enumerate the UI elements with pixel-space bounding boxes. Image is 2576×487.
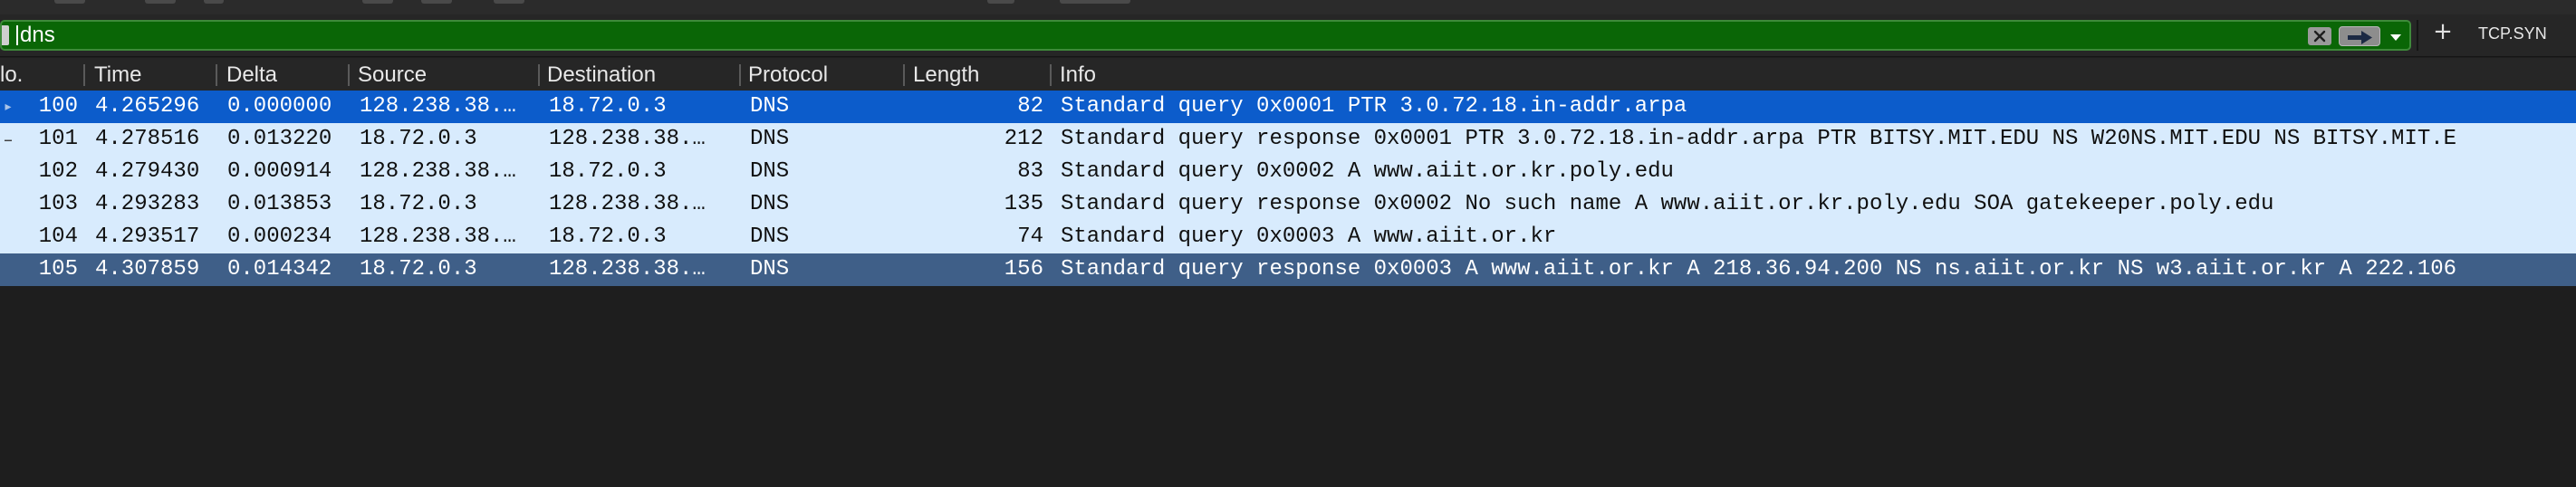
display-filter-field[interactable] [0,20,2411,51]
cell-delta: 0.013220 [227,127,332,151]
cell-length: 212 [1004,127,1043,151]
cell-destination: 128.238.38.… [549,127,706,151]
table-row[interactable]: 104 4.293517 0.000234 128.238.38.… 18.72… [0,221,2576,253]
cell-destination: 18.72.0.3 [549,94,667,119]
cell-info: Standard query response 0x0003 A www.aii… [1061,257,2457,282]
cell-time: 4.278516 [95,127,200,151]
cell-info: Standard query 0x0002 A www.aiit.or.kr.p… [1061,159,1674,184]
cell-protocol: DNS [750,192,790,216]
column-header-no[interactable]: lo. [0,58,23,91]
cell-delta: 0.014342 [227,257,332,282]
packet-list-empty-area[interactable] [0,286,2576,487]
related-packet-marker: – [4,129,13,150]
cell-protocol: DNS [750,159,790,184]
cell-length: 135 [1004,192,1043,216]
cell-length: 82 [1017,94,1043,119]
toolbar-button[interactable] [421,0,452,4]
cell-no: 101 [38,127,78,151]
cell-time: 4.307859 [95,257,200,282]
related-packet-marker: ▸ [5,100,12,114]
column-divider[interactable] [1050,64,1052,86]
toolbar-button[interactable] [1060,0,1130,4]
cell-delta: 0.013853 [227,192,332,216]
filter-bookmark-icon[interactable] [2,25,9,45]
clear-filter-button[interactable] [2308,27,2331,45]
column-header-source[interactable]: Source [358,58,427,91]
cell-protocol: DNS [750,224,790,249]
cell-delta: 0.000000 [227,94,332,119]
cell-no: 100 [38,94,78,119]
cell-source: 18.72.0.3 [360,192,477,216]
cell-source: 128.238.38.… [360,159,516,184]
cell-no: 103 [38,192,78,216]
column-header-length[interactable]: Length [913,58,979,91]
toolbar-button[interactable] [204,0,224,4]
arrow-right-icon [2348,31,2372,44]
cell-source: 18.72.0.3 [360,257,477,282]
column-divider[interactable] [538,64,540,86]
filter-button-tcp-syn[interactable]: TCP.SYN [2478,22,2547,45]
add-filter-button[interactable]: + [2433,18,2453,45]
filter-history-dropdown[interactable] [2386,29,2406,45]
cell-length: 83 [1017,159,1043,184]
cell-destination: 128.238.38.… [549,192,706,216]
column-header-info[interactable]: Info [1060,58,1096,91]
cell-length: 156 [1004,257,1043,282]
cell-protocol: DNS [750,257,790,282]
cell-info: Standard query 0x0003 A www.aiit.or.kr [1061,224,1557,249]
apply-filter-button[interactable] [2339,26,2380,46]
column-header-protocol[interactable]: Protocol [748,58,828,91]
cell-time: 4.293283 [95,192,200,216]
table-row[interactable]: – 101 4.278516 0.013220 18.72.0.3 128.23… [0,123,2576,156]
cell-delta: 0.000914 [227,159,332,184]
table-row[interactable]: ▸ 100 4.265296 0.000000 128.238.38.… 18.… [0,91,2576,123]
cell-time: 4.279430 [95,159,200,184]
column-divider[interactable] [216,64,217,86]
text-cursor [16,25,18,45]
cell-info: Standard query response 0x0002 No such n… [1061,192,2274,216]
toolbar-button[interactable] [362,0,393,4]
cell-no: 104 [38,224,78,249]
main-toolbar [0,0,2576,15]
table-row[interactable]: 105 4.307859 0.014342 18.72.0.3 128.238.… [0,253,2576,286]
cell-delta: 0.000234 [227,224,332,249]
table-row[interactable]: 102 4.279430 0.000914 128.238.38.… 18.72… [0,156,2576,188]
toolbar-button[interactable] [54,0,85,4]
cell-time: 4.293517 [95,224,200,249]
column-header-destination[interactable]: Destination [547,58,656,91]
close-icon [2313,30,2326,43]
chevron-down-icon [2390,34,2401,41]
cell-destination: 18.72.0.3 [549,159,667,184]
cell-source: 128.238.38.… [360,224,516,249]
plus-icon: + [2433,18,2453,45]
cell-time: 4.265296 [95,94,200,119]
column-header-delta[interactable]: Delta [226,58,277,91]
cell-info: Standard query 0x0001 PTR 3.0.72.18.in-a… [1061,94,1687,119]
cell-source: 128.238.38.… [360,94,516,119]
column-divider[interactable] [903,64,905,86]
toolbar-button[interactable] [145,0,176,4]
cell-protocol: DNS [750,94,790,119]
cell-protocol: DNS [750,127,790,151]
cell-length: 74 [1017,224,1043,249]
cell-info: Standard query response 0x0001 PTR 3.0.7… [1061,127,2457,151]
table-row[interactable]: 103 4.293283 0.013853 18.72.0.3 128.238.… [0,188,2576,221]
cell-no: 105 [38,257,78,282]
column-divider[interactable] [83,64,85,86]
divider [2417,20,2418,51]
column-header-time[interactable]: Time [94,58,141,91]
toolbar-button[interactable] [987,0,1014,4]
column-divider[interactable] [739,64,741,86]
cell-no: 102 [38,159,78,184]
column-divider[interactable] [348,64,350,86]
display-filter-bar: + TCP.SYN [0,14,2576,57]
toolbar-button[interactable] [494,0,524,4]
packet-list-header: lo. Time Delta Source Destination Protoc… [0,58,2576,91]
cell-destination: 18.72.0.3 [549,224,667,249]
cell-destination: 128.238.38.… [549,257,706,282]
cell-source: 18.72.0.3 [360,127,477,151]
display-filter-input[interactable] [20,22,2194,49]
